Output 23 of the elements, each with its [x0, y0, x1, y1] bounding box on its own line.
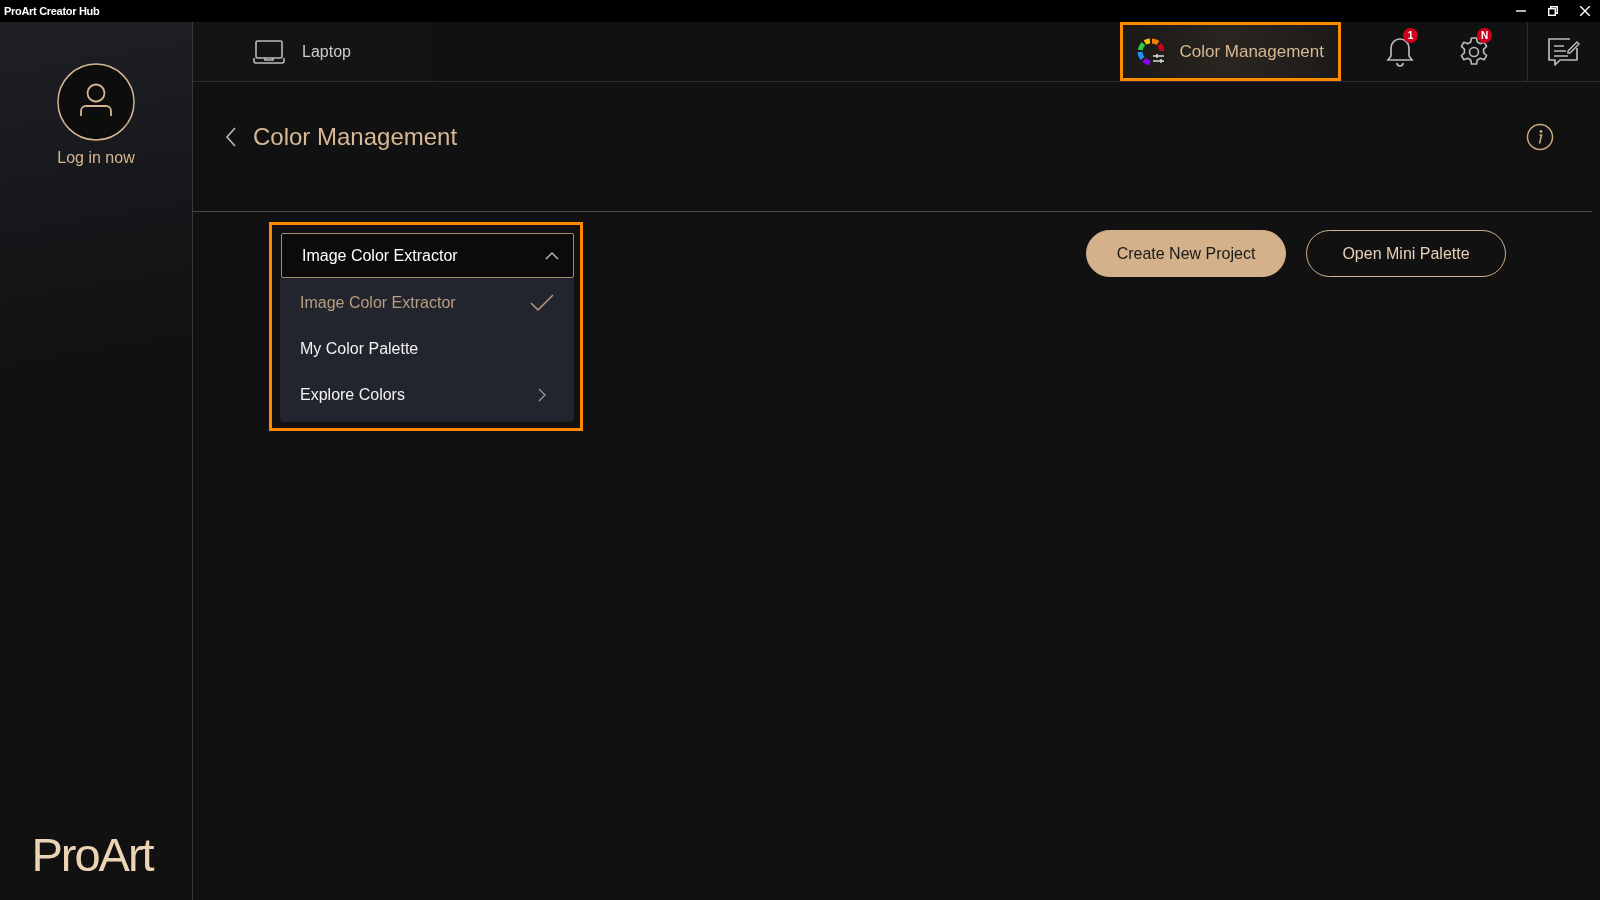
info-icon[interactable]: [1526, 122, 1554, 151]
notification-badge: 1: [1403, 28, 1418, 43]
settings-badge: N: [1477, 28, 1492, 43]
page-title: Color Management: [253, 122, 459, 151]
color-wheel-icon: [1136, 36, 1167, 67]
menu-item[interactable]: Image Color Extractor: [280, 280, 574, 326]
caret-icon: [545, 251, 559, 260]
menu-item[interactable]: My Color Palette: [280, 326, 574, 372]
feedback-icon[interactable]: [1546, 35, 1580, 68]
user-avatar-icon[interactable]: [57, 63, 135, 141]
window-title: ProArt Creator Hub: [4, 5, 101, 17]
laptop-icon: [253, 38, 286, 65]
chevron-right-icon: [538, 388, 546, 402]
color-management-button[interactable]: Color Management: [1120, 22, 1341, 81]
create-project-button[interactable]: Create New Project: [1086, 230, 1286, 277]
menu-item[interactable]: Explore Colors: [280, 372, 574, 418]
mode-dropdown[interactable]: Image Color Extractor: [281, 233, 574, 278]
back-chevron-icon[interactable]: [225, 126, 237, 147]
checkmark-icon: [530, 294, 554, 312]
restore-icon[interactable]: [1548, 6, 1558, 16]
logo-text: ProArt: [31, 831, 153, 878]
login-link[interactable]: Log in now: [57, 149, 135, 167]
close-icon[interactable]: [1580, 6, 1590, 16]
